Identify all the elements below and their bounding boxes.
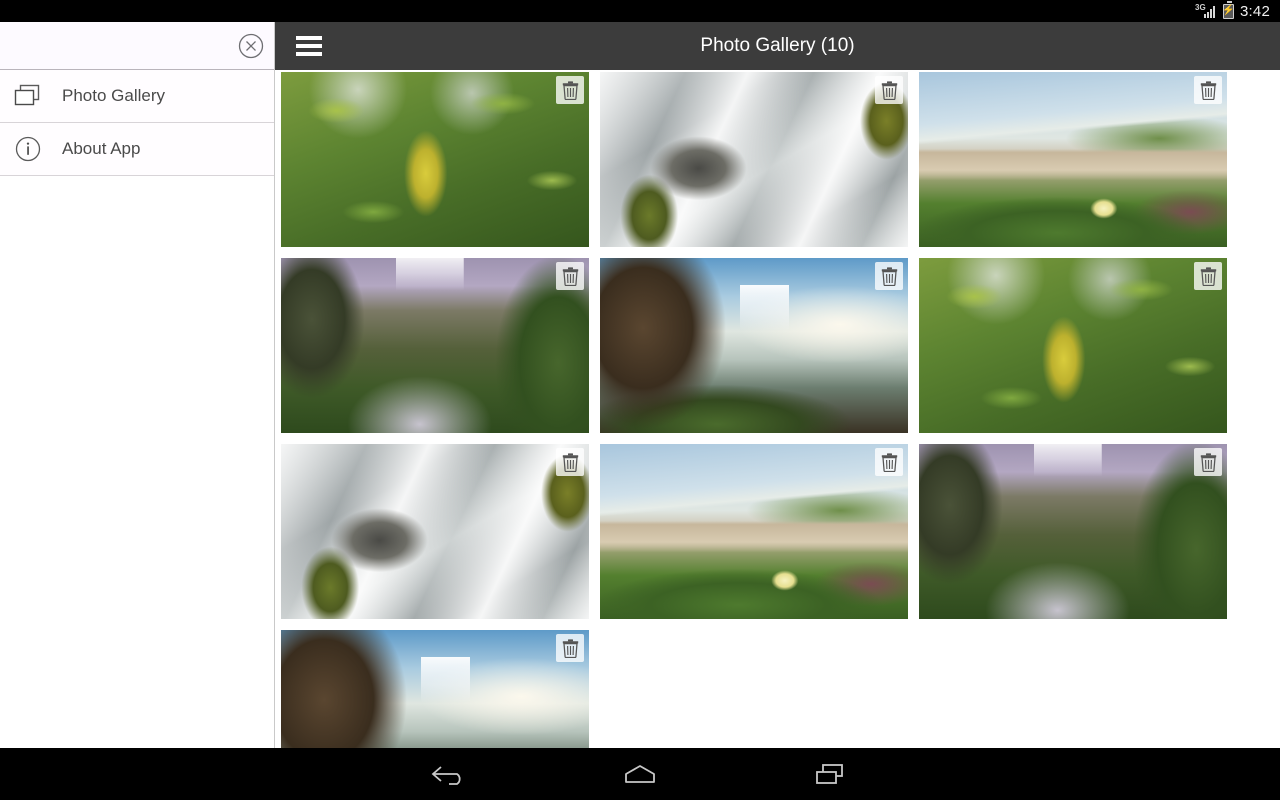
gallery-thumbnail[interactable] bbox=[600, 258, 908, 433]
trash-can-icon[interactable] bbox=[875, 76, 903, 104]
android-navigation-bar bbox=[0, 748, 1280, 800]
gallery-thumbnail[interactable] bbox=[281, 258, 589, 433]
photo-image bbox=[919, 444, 1227, 619]
photo-image bbox=[281, 72, 589, 247]
gallery-thumbnail[interactable] bbox=[919, 72, 1227, 247]
gallery-thumbnail[interactable] bbox=[281, 444, 589, 619]
photo-image bbox=[281, 258, 589, 433]
battery-charging-icon: ⚡ bbox=[1222, 1, 1235, 19]
gallery-thumbnail[interactable] bbox=[281, 630, 589, 748]
photo-gallery-grid[interactable] bbox=[276, 70, 1280, 748]
android-screen: 3G ⚡ 3:42 Photo Gallery (10) Photo Galle… bbox=[0, 0, 1280, 800]
sidebar-item-photo-gallery[interactable]: Photo Gallery bbox=[0, 70, 274, 123]
info-circle-icon bbox=[14, 135, 54, 163]
recents-icon[interactable] bbox=[795, 748, 865, 800]
trash-can-icon[interactable] bbox=[556, 634, 584, 662]
trash-can-icon[interactable] bbox=[1194, 262, 1222, 290]
page-title: Photo Gallery (10) bbox=[700, 35, 855, 56]
gallery-thumbnail[interactable] bbox=[600, 72, 908, 247]
gallery-thumbnail[interactable] bbox=[919, 258, 1227, 433]
gallery-thumbnail[interactable] bbox=[919, 444, 1227, 619]
trash-can-icon[interactable] bbox=[875, 448, 903, 476]
signal-bars-icon: 3G bbox=[1195, 3, 1217, 19]
trash-can-icon[interactable] bbox=[556, 76, 584, 104]
app-bar: Photo Gallery (10) bbox=[275, 22, 1280, 70]
photo-image bbox=[281, 630, 589, 748]
signal-bars-glyph bbox=[1204, 5, 1217, 18]
photo-image bbox=[600, 258, 908, 433]
trash-can-icon[interactable] bbox=[556, 262, 584, 290]
hamburger-menu-icon[interactable] bbox=[285, 36, 333, 56]
gallery-thumbnail[interactable] bbox=[281, 72, 589, 247]
trash-can-icon[interactable] bbox=[875, 262, 903, 290]
photo-image bbox=[919, 72, 1227, 247]
photo-image bbox=[281, 444, 589, 619]
close-circle-icon[interactable] bbox=[228, 23, 274, 69]
photo-image bbox=[919, 258, 1227, 433]
trash-can-icon[interactable] bbox=[1194, 76, 1222, 104]
back-arrow-icon[interactable] bbox=[415, 748, 485, 800]
gallery-stack-icon bbox=[14, 84, 54, 108]
photo-image bbox=[600, 72, 908, 247]
sidebar-item-label: About App bbox=[62, 139, 141, 158]
trash-can-icon[interactable] bbox=[1194, 448, 1222, 476]
gallery-thumbnail[interactable] bbox=[600, 444, 908, 619]
sidebar-item-about-app[interactable]: About App bbox=[0, 123, 274, 176]
charging-bolt-glyph: ⚡ bbox=[1222, 5, 1235, 16]
drawer-header bbox=[0, 22, 274, 70]
home-icon[interactable] bbox=[605, 748, 675, 800]
trash-can-icon[interactable] bbox=[556, 448, 584, 476]
sidebar-item-label: Photo Gallery bbox=[62, 86, 165, 105]
navigation-drawer: Photo Gallery About App bbox=[0, 22, 275, 748]
status-bar: 3G ⚡ 3:42 bbox=[0, 0, 1280, 22]
status-bar-clock: 3:42 bbox=[1240, 2, 1270, 20]
photo-image bbox=[600, 444, 908, 619]
